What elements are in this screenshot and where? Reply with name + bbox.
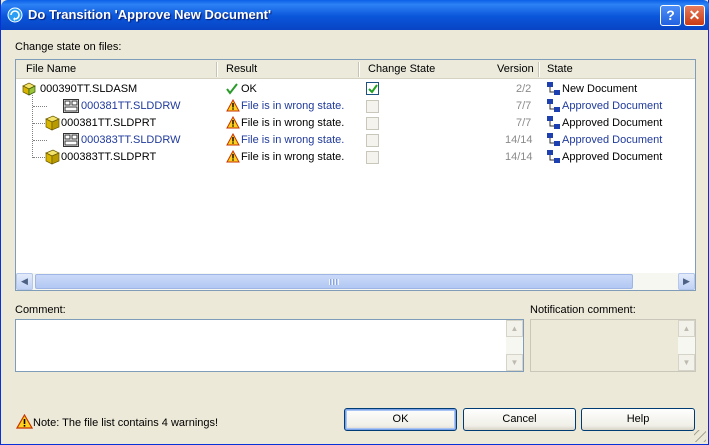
resize-grip[interactable] bbox=[694, 430, 706, 442]
ok-button[interactable]: OK bbox=[344, 408, 457, 431]
workflow-state-icon bbox=[547, 99, 560, 112]
file-list[interactable]: File Name Result Change State Version St… bbox=[15, 59, 696, 291]
warnings-note: Note: The file list contains 4 warnings! bbox=[33, 417, 219, 429]
file-list-label: Change state on files: bbox=[15, 41, 122, 53]
state-text: New Document bbox=[562, 83, 638, 95]
scroll-down-button[interactable]: ▼ bbox=[506, 354, 523, 371]
workflow-state-icon bbox=[547, 133, 560, 146]
column-header-change-state[interactable]: Change State bbox=[368, 63, 435, 75]
file-name: 000390TT.SLDASM bbox=[40, 83, 138, 95]
help-button[interactable]: Help bbox=[581, 408, 695, 431]
change-state-checkbox[interactable] bbox=[366, 82, 379, 95]
result-text: File is in wrong state. bbox=[241, 134, 345, 146]
scroll-left-button[interactable]: ◀ bbox=[16, 273, 33, 290]
warning-icon bbox=[226, 150, 240, 163]
warning-icon bbox=[226, 99, 240, 112]
dialog-window: Do Transition 'Approve New Document' ? ✕… bbox=[0, 0, 709, 445]
result-text: File is in wrong state. bbox=[241, 100, 345, 112]
state-text: Approved Document bbox=[562, 100, 663, 112]
comment-label: Comment: bbox=[15, 304, 66, 316]
change-state-checkbox bbox=[366, 117, 379, 130]
scroll-down-button: ▼ bbox=[678, 354, 695, 371]
file-name: 000381TT.SLDDRW bbox=[81, 100, 181, 112]
cancel-button[interactable]: Cancel bbox=[463, 408, 576, 431]
file-name: 000383TT.SLDPRT bbox=[61, 151, 157, 163]
warning-icon bbox=[16, 414, 33, 429]
check-icon bbox=[226, 83, 238, 95]
column-header-version[interactable]: Version bbox=[497, 63, 534, 75]
column-header-state[interactable]: State bbox=[547, 63, 573, 75]
table-row[interactable]: 000383TT.SLDPRT File is in wrong state. … bbox=[16, 149, 695, 166]
table-row[interactable]: 000381TT.SLDDRW File is in wrong state. … bbox=[16, 98, 695, 115]
version-text: 7/7 bbox=[516, 100, 532, 112]
transition-icon bbox=[7, 7, 23, 23]
workflow-state-icon bbox=[547, 116, 560, 129]
change-state-checkbox bbox=[366, 134, 379, 147]
result-text: File is in wrong state. bbox=[241, 117, 345, 129]
version-text: 2/2 bbox=[516, 83, 532, 95]
warning-icon bbox=[226, 116, 240, 129]
checkmark-icon bbox=[368, 84, 378, 94]
title-close-button[interactable]: ✕ bbox=[684, 5, 705, 26]
notification-scrollbar: ▲ ▼ bbox=[678, 320, 695, 371]
result-text: File is in wrong state. bbox=[241, 151, 345, 163]
list-header: File Name Result Change State Version St… bbox=[16, 60, 695, 79]
table-row[interactable]: 000381TT.SLDPRT File is in wrong state. … bbox=[16, 115, 695, 132]
scroll-up-button: ▲ bbox=[678, 320, 695, 337]
part-icon bbox=[45, 115, 60, 131]
scroll-up-button[interactable]: ▲ bbox=[506, 320, 523, 337]
version-text: 14/14 bbox=[505, 134, 533, 146]
warning-icon bbox=[226, 133, 240, 146]
title-help-button[interactable]: ? bbox=[660, 5, 681, 26]
table-row[interactable]: 000390TT.SLDASM OK 2/2 New Document bbox=[16, 81, 695, 98]
column-header-result[interactable]: Result bbox=[226, 63, 257, 75]
state-text: Approved Document bbox=[562, 151, 663, 163]
horizontal-scrollbar[interactable]: ◀ ▶ bbox=[16, 273, 695, 290]
drawing-icon bbox=[63, 99, 79, 113]
window-title: Do Transition 'Approve New Document' bbox=[28, 7, 272, 22]
notification-comment-textarea: ▲ ▼ bbox=[530, 319, 696, 372]
comment-textarea[interactable]: ▲ ▼ bbox=[15, 319, 524, 372]
assembly-icon bbox=[22, 82, 36, 96]
scroll-right-button[interactable]: ▶ bbox=[678, 273, 695, 290]
workflow-state-icon bbox=[547, 150, 560, 163]
table-row[interactable]: 000383TT.SLDDRW File is in wrong state. … bbox=[16, 132, 695, 149]
change-state-checkbox bbox=[366, 151, 379, 164]
state-text: Approved Document bbox=[562, 134, 663, 146]
result-text: OK bbox=[241, 83, 257, 95]
notification-comment-label: Notification comment: bbox=[530, 304, 636, 316]
version-text: 7/7 bbox=[516, 117, 532, 129]
scroll-thumb[interactable] bbox=[35, 274, 633, 289]
column-header-file-name[interactable]: File Name bbox=[26, 63, 76, 75]
version-text: 14/14 bbox=[505, 151, 533, 163]
comment-scrollbar[interactable]: ▲ ▼ bbox=[506, 320, 523, 371]
file-name: 000383TT.SLDDRW bbox=[81, 134, 181, 146]
title-bar[interactable]: Do Transition 'Approve New Document' ? ✕ bbox=[1, 0, 709, 30]
change-state-checkbox bbox=[366, 100, 379, 113]
state-text: Approved Document bbox=[562, 117, 663, 129]
drawing-icon bbox=[63, 133, 79, 147]
part-icon bbox=[45, 149, 60, 165]
workflow-state-icon bbox=[547, 82, 560, 95]
file-name: 000381TT.SLDPRT bbox=[61, 117, 157, 129]
